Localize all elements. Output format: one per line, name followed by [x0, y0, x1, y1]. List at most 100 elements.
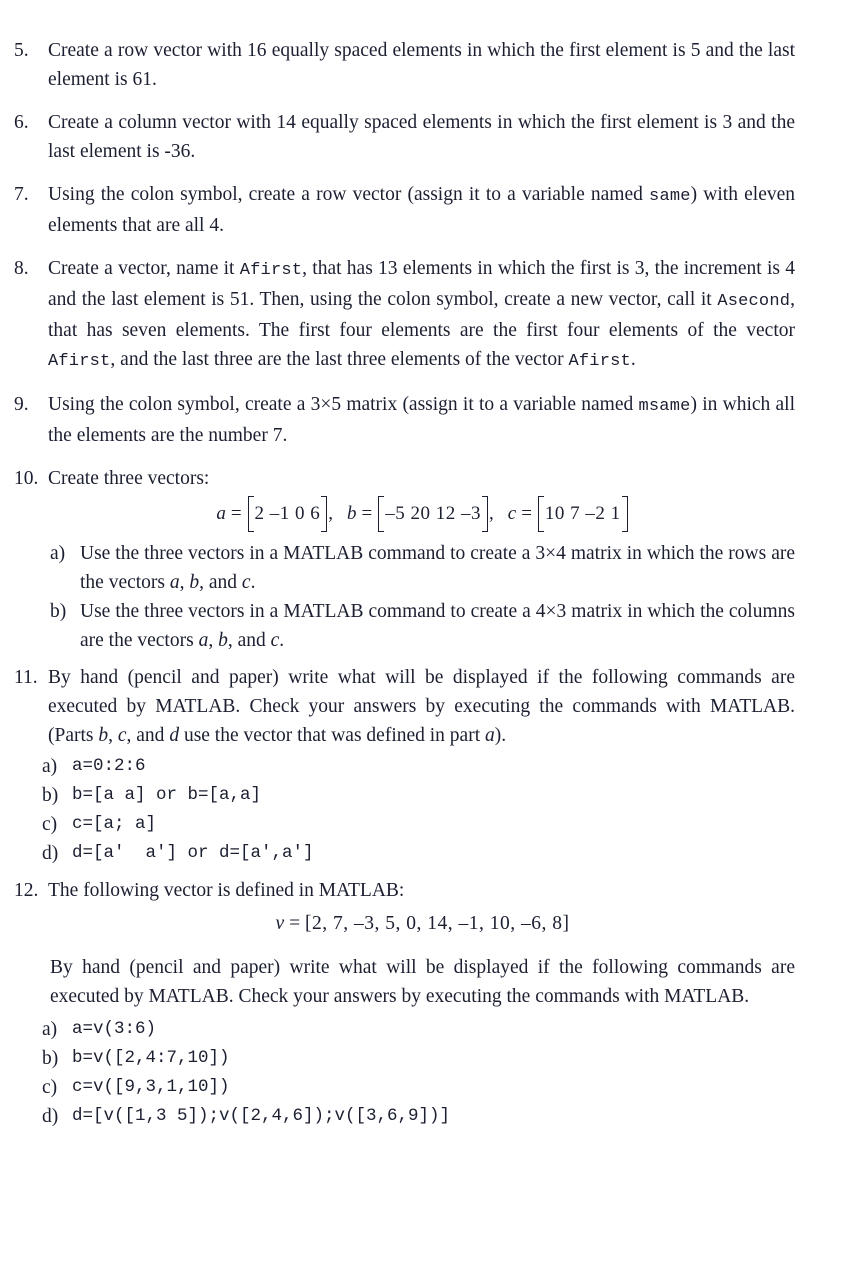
problem-10-sub-b-end: . — [279, 630, 285, 651]
problem-6-text: Create a column vector with 14 equally s… — [48, 112, 795, 162]
problem-11-var-d: d — [169, 725, 180, 746]
problem-11-code-b-letter: b) — [42, 785, 59, 806]
problem-7-lead: Using the colon symbol, create a row vec… — [48, 184, 650, 205]
vector-c-definition: c = 10 7 –2 1 — [507, 496, 629, 532]
vector-v-name: v — [275, 913, 285, 934]
problem-12-code-d: d) d=[v([1,3 5]);v([2,4,6]);v([3,6,9])] — [0, 1102, 845, 1131]
problem-11-number: 11. — [14, 667, 38, 688]
problem-12-code-a: a) a=v(3:6) — [0, 1015, 845, 1044]
vector-b-bracket: –5 20 12 –3 — [378, 496, 488, 532]
problem-8-text: Create a vector, name it Afirst, that ha… — [48, 254, 795, 376]
problem-10-sub-b-var-b: b — [218, 630, 228, 651]
problem-7-number: 7. — [14, 184, 29, 205]
problem-11-code-c-letter: c) — [42, 814, 58, 835]
vector-b-values: –5 20 12 –3 — [385, 503, 482, 524]
problem-10-vector-definitions: a = 2 –1 0 6, b = –5 20 12 –3, c = 10 7 –2 1 — [0, 496, 845, 532]
vector-c-name: c — [507, 503, 517, 524]
problem-10-sub-a-sep1: , — [179, 572, 190, 593]
problem-12-text: The following vector is defined in MATLA… — [48, 880, 405, 901]
problem-11-text: By hand (pencil and paper) write what wi… — [48, 663, 795, 750]
problem-7-code-same: same — [649, 187, 691, 206]
spacer-before-problem-11 — [0, 655, 845, 663]
problem-10-sub-a-text: Use the three vectors in a MATLAB comman… — [80, 539, 795, 597]
problem-8-code-afirst-1: Afirst — [239, 261, 303, 280]
vector-a-values: 2 –1 0 6 — [254, 503, 321, 524]
problem-10-sub-a-sep2: , and — [199, 572, 242, 593]
problem-10-sub-a-var-b: b — [189, 572, 200, 593]
problem-7: 7. Using the colon symbol, create a row … — [0, 180, 845, 240]
problem-10-sub-a-letter: a) — [50, 543, 66, 564]
vector-b-name: b — [347, 503, 357, 524]
problem-12-number: 12. — [14, 880, 39, 901]
problem-10-sub-b-seg1: Use the three vectors in a MATLAB comman… — [80, 601, 795, 651]
problem-5-text: Create a row vector with 16 equally spac… — [48, 40, 795, 90]
vector-a-definition: a = 2 –1 0 6, — [216, 496, 333, 532]
problem-10-sub-a-var-a: a — [169, 572, 180, 593]
vector-c-bracket: 10 7 –2 1 — [537, 496, 628, 532]
problem-11-code-d: d) d=[a' a'] or d=[a',a'] — [0, 839, 845, 868]
problem-11-var-c: c — [117, 725, 127, 746]
problem-11-code-d-text: d=[a' a'] or d=[a',a'] — [72, 843, 314, 863]
problem-11-code-a: a) a=0:2:6 — [0, 752, 845, 781]
problem-12-code-a-letter: a) — [42, 1019, 58, 1040]
problem-10: 10. Create three vectors: — [0, 464, 845, 493]
problem-8-code-afirst-2: Afirst — [48, 352, 111, 371]
problem-8-seg1: Create a vector, name it — [48, 258, 240, 279]
spacer-before-problem-12 — [0, 868, 845, 876]
problem-10-sub-b: b) Use the three vectors in a MATLAB com… — [0, 597, 845, 655]
problem-12-code-c-letter: c) — [42, 1077, 58, 1098]
problem-10-sub-a: a) Use the three vectors in a MATLAB com… — [0, 539, 845, 597]
problem-11-var-b: b — [98, 725, 109, 746]
document-page: 5. Create a row vector with 16 equally s… — [0, 0, 845, 1280]
problem-10-sub-b-var-c: c — [270, 630, 280, 651]
problem-12-code-d-text: d=[v([1,3 5]);v([2,4,6]);v([3,6,9])] — [72, 1106, 451, 1126]
problem-9: 9. Using the colon symbol, create a 3×5 … — [0, 390, 845, 450]
problem-11-code-a-text: a=0:2:6 — [72, 756, 146, 776]
problem-10-sub-b-text: Use the three vectors in a MATLAB comman… — [80, 597, 795, 655]
problem-12-code-c-text: c=v([9,3,1,10]) — [72, 1077, 230, 1097]
problem-6-number: 6. — [14, 112, 29, 133]
problem-11-sep2: , and — [126, 725, 170, 746]
problem-11-seg2: use the vector that was defined in part — [179, 725, 485, 746]
problem-10-number: 10. — [14, 468, 39, 489]
problem-10-sub-b-sep2: , and — [227, 630, 271, 651]
problem-6: 6. Create a column vector with 14 equall… — [0, 108, 845, 166]
problem-12-code-c: c) c=v([9,3,1,10]) — [0, 1073, 845, 1102]
problem-12: 12. The following vector is defined in M… — [0, 876, 845, 905]
problem-11-code-b: b) b=[a a] or b=[a,a] — [0, 781, 845, 810]
problem-12-code-d-letter: d) — [42, 1106, 59, 1127]
problem-11-code-a-letter: a) — [42, 756, 58, 777]
problem-12-code-b-text: b=v([2,4:7,10]) — [72, 1048, 230, 1068]
problem-12-vector-v-definition: v = [2, 7, –3, 5, 0, 14, –1, 10, –6, 8] — [275, 913, 570, 934]
problem-11: 11. By hand (pencil and paper) write wha… — [0, 663, 845, 750]
problem-11-sep1: , — [108, 725, 118, 746]
problem-11-code-d-letter: d) — [42, 843, 59, 864]
problem-8-seg5: . — [630, 349, 636, 370]
problem-10-sub-b-letter: b) — [50, 601, 67, 622]
problem-10-text: Create three vectors: — [48, 468, 210, 489]
problem-8-code-afirst-3: Afirst — [568, 352, 631, 371]
vector-b-definition: b = –5 20 12 –3, — [347, 496, 494, 532]
vector-v-values: [2, 7, –3, 5, 0, 14, –1, 10, –6, 8] — [304, 913, 570, 934]
vector-a-name: a — [216, 503, 226, 524]
problem-11-code-c: c) c=[a; a] — [0, 810, 845, 839]
problem-10-sub-b-sep1: , — [208, 630, 219, 651]
vector-a-bracket: 2 –1 0 6 — [247, 496, 328, 532]
problem-8-number: 8. — [14, 258, 29, 279]
problem-8-code-asecond: Asecond — [717, 292, 791, 311]
problem-12-code-b-letter: b) — [42, 1048, 59, 1069]
top-margin — [0, 0, 845, 36]
problem-10-sub-b-var-a: a — [198, 630, 209, 651]
problem-5: 5. Create a row vector with 16 equally s… — [0, 36, 845, 94]
problem-11-code-b-text: b=[a a] or b=[a,a] — [72, 785, 262, 805]
problem-12-paragraph: By hand (pencil and paper) write what wi… — [50, 957, 795, 1007]
problem-11-seg3: ). — [494, 725, 507, 746]
problem-7-text: Using the colon symbol, create a row vec… — [48, 180, 795, 240]
problem-5-number: 5. — [14, 40, 29, 61]
problem-8-seg4: , and the last three are the last three … — [110, 349, 569, 370]
vector-c-values: 10 7 –2 1 — [544, 503, 621, 524]
problem-9-code-msame: msame — [638, 397, 691, 416]
problem-8: 8. Create a vector, name it Afirst, that… — [0, 254, 845, 376]
problem-11-code-c-text: c=[a; a] — [72, 814, 157, 834]
problem-12-code-b: b) b=v([2,4:7,10]) — [0, 1044, 845, 1073]
